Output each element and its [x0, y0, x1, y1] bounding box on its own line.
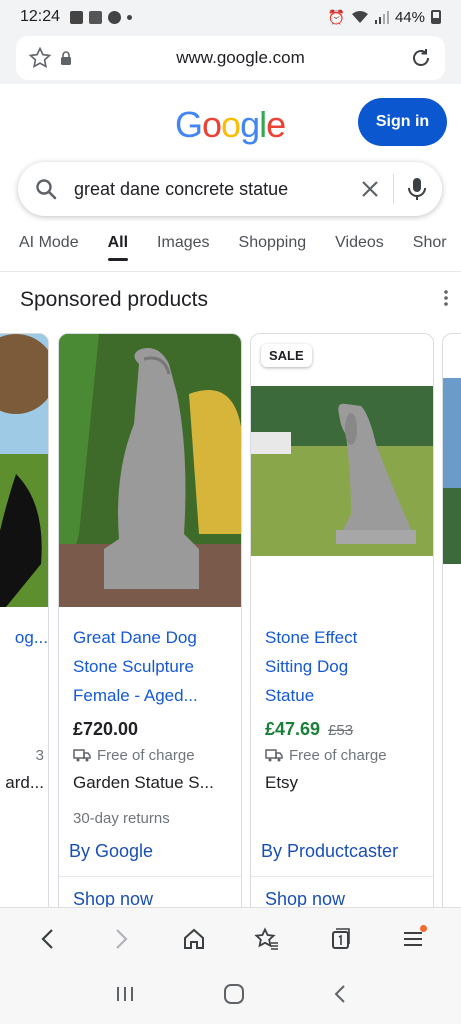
tabs-icon[interactable] [320, 919, 360, 959]
alarm-icon: ⏰ [327, 8, 345, 25]
product-carousel[interactable]: og... 3 ard... Great Dane Dog Stone Scul… [0, 333, 461, 907]
star-icon[interactable] [28, 46, 52, 70]
store-name: Garden Statue S... [73, 773, 214, 792]
forward-icon[interactable] [101, 919, 141, 959]
sponsored-header: Sponsored products [20, 284, 450, 316]
product-card[interactable]: Great Dane Dog Stone Sculpture Female - … [58, 333, 242, 907]
bookmarks-icon[interactable] [247, 919, 287, 959]
menu-icon[interactable] [393, 919, 433, 959]
store-name: ard... [5, 773, 44, 792]
tab-ai-mode[interactable]: AI Mode [19, 226, 79, 271]
search-box[interactable]: great dane concrete statue [18, 162, 442, 216]
shop-now-link[interactable]: Shop now [73, 889, 153, 907]
tab-videos[interactable]: Videos [335, 226, 384, 271]
status-time: 12:24 [20, 8, 61, 25]
product-image[interactable] [443, 378, 461, 564]
shop-now-link[interactable]: Shop now [265, 889, 345, 907]
product-title[interactable]: og... [0, 623, 48, 652]
browser-toolbar: www.google.com [0, 34, 461, 84]
shipping-info: Free of charge [265, 747, 387, 764]
store-name: Etsy [265, 773, 299, 792]
recent-apps-icon[interactable] [114, 984, 136, 1009]
signal-icon [374, 11, 389, 24]
product-card[interactable]: og... 3 ard... [0, 333, 49, 907]
url-text[interactable]: www.google.com [72, 48, 409, 68]
truck-icon [73, 749, 91, 762]
google-logo[interactable]: Google [175, 104, 286, 146]
tab-shorts[interactable]: Shor [413, 226, 447, 271]
truck-icon [265, 749, 283, 762]
home-icon[interactable] [174, 919, 214, 959]
battery-percent: 44% [394, 8, 425, 26]
more-options-icon[interactable] [442, 289, 450, 312]
returns-info: 30-day returns [73, 810, 170, 827]
home-button-icon[interactable] [223, 983, 245, 1010]
more-notifications-icon [127, 14, 133, 20]
sponsored-title: Sponsored products [20, 288, 208, 311]
sign-in-button[interactable]: Sign in [358, 98, 447, 146]
product-image[interactable] [0, 334, 48, 607]
original-price: £53 [328, 722, 354, 739]
google-header: Google Sign in [0, 88, 461, 158]
product-title[interactable]: Stone Effect Sitting Dog Statue [265, 623, 425, 710]
search-tabs: AI Mode All Images Shopping Videos Shor [0, 226, 461, 272]
search-icon [36, 179, 57, 200]
tab-images[interactable]: Images [157, 226, 209, 271]
tab-all[interactable]: All [107, 226, 129, 271]
ad-by-label[interactable]: By Google [69, 841, 153, 862]
sale-badge: SALE [261, 344, 312, 367]
system-nav-bar [0, 969, 461, 1024]
lock-icon [60, 51, 72, 65]
product-title[interactable]: Great Dane Dog Stone Sculpture Female - … [73, 623, 233, 710]
mail-icon [89, 10, 103, 24]
chrome-icon [108, 10, 122, 24]
address-bar[interactable]: www.google.com [16, 36, 445, 80]
product-image[interactable] [251, 334, 433, 607]
divider [393, 174, 394, 204]
product-price: £47.69 £53 [265, 719, 354, 739]
back-icon[interactable] [28, 919, 68, 959]
system-back-icon[interactable] [333, 984, 347, 1009]
shipping-info: Free of charge [73, 747, 195, 764]
battery-icon [431, 10, 441, 24]
mic-icon[interactable] [406, 176, 428, 202]
gallery-icon [70, 10, 84, 24]
ad-by-label[interactable]: By Productcaster [261, 841, 398, 862]
tab-shopping[interactable]: Shopping [239, 226, 307, 271]
product-card[interactable] [442, 333, 461, 907]
notification-dot [419, 924, 427, 932]
clear-icon[interactable] [359, 178, 381, 200]
status-bar: 12:24 ⏰ 44% [0, 0, 461, 34]
wifi-icon [351, 11, 368, 23]
product-price: £720.00 [73, 719, 139, 739]
search-input[interactable]: great dane concrete statue [74, 179, 359, 200]
reload-icon[interactable] [409, 46, 433, 70]
product-image[interactable] [59, 334, 241, 607]
shipping-info: 3 [35, 747, 44, 764]
browser-nav-bar [0, 907, 461, 969]
product-card[interactable]: SALE Stone Effect Sitting Dog Statue £47… [250, 333, 434, 907]
